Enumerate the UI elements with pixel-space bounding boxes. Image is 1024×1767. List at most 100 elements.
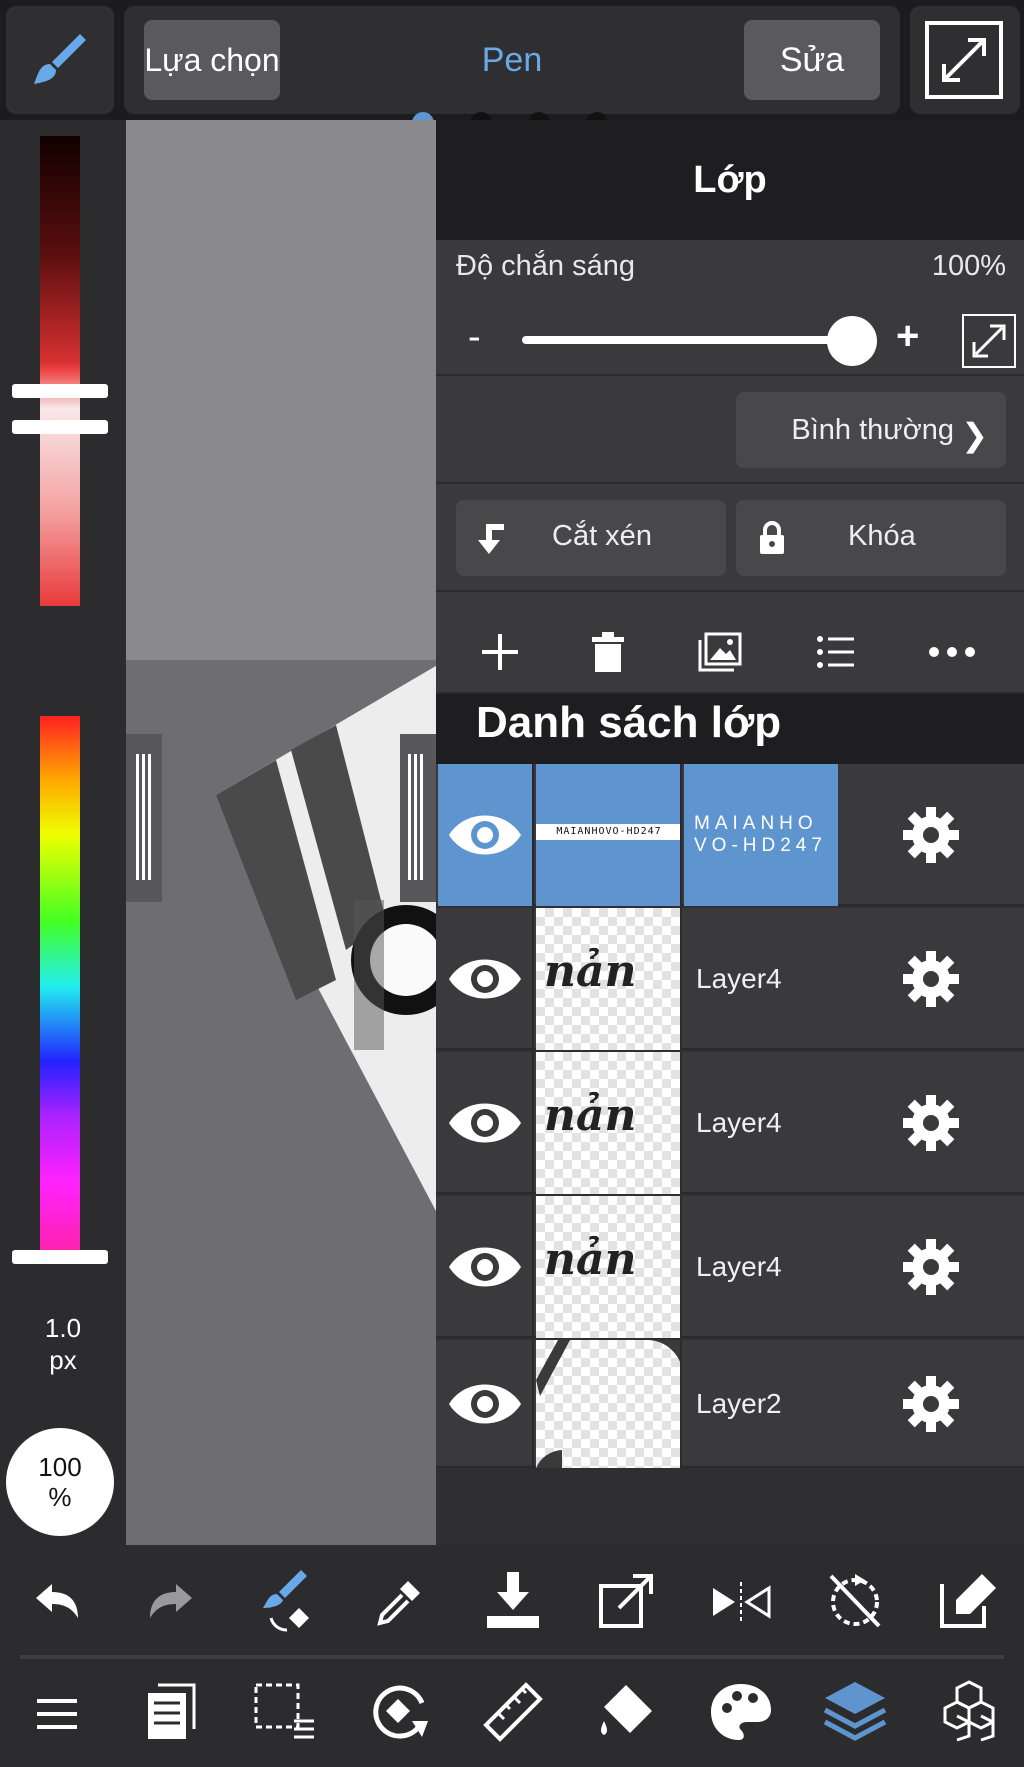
gear-icon — [903, 1095, 959, 1151]
select-button[interactable]: Lựa chọn — [144, 20, 280, 100]
opacity-expand-button[interactable] — [962, 314, 1016, 368]
layer-thumbnail: nản — [536, 1052, 682, 1194]
layers-panel: Lớp Độ chắn sáng 100% - + Bình thường ❯ … — [436, 120, 1024, 1545]
hue-handle[interactable] — [12, 1250, 108, 1264]
brightness-handle-top[interactable] — [12, 384, 108, 398]
download-icon[interactable] — [478, 1565, 548, 1635]
visibility-toggle[interactable] — [438, 764, 534, 906]
layer-settings-button[interactable] — [838, 1340, 1024, 1468]
top-toolbar: Lựa chọn Pen Sửa — [0, 0, 1024, 120]
selection-icon[interactable] — [250, 1677, 320, 1747]
menu-icon[interactable] — [22, 1679, 92, 1749]
current-tool-name[interactable]: Pen — [324, 20, 700, 100]
right-panel-resize-handle[interactable] — [400, 734, 436, 902]
layer-thumbnail-text: nản — [544, 946, 637, 997]
blend-mode-button[interactable]: Bình thường ❯ — [736, 392, 1006, 468]
layer-row[interactable]: nản Layer4 — [436, 908, 1024, 1050]
palette-icon[interactable] — [706, 1677, 776, 1747]
layer-name: Layer2 — [696, 1388, 782, 1419]
layer-name: Layer4 — [696, 1107, 782, 1138]
layer-thumbnail: MAIANHOVO-HD247 — [536, 764, 682, 906]
layer-name: MAIANHO VO-HD247 — [684, 764, 838, 906]
eye-icon — [449, 1103, 521, 1143]
opacity-increase-button[interactable]: + — [896, 314, 919, 359]
layers-icon[interactable] — [820, 1675, 890, 1745]
fill-icon[interactable] — [592, 1677, 662, 1747]
layer-thumbnail-text: MAIANHOVO-HD247 — [536, 824, 680, 840]
opacity-label: Độ chắn sáng — [456, 250, 635, 282]
layer-row[interactable]: Layer2 — [436, 1340, 1024, 1468]
clipping-label: Cắt xén — [552, 520, 652, 552]
layer-row[interactable]: nản Layer4 — [436, 1052, 1024, 1194]
edit-button[interactable]: Sửa — [744, 20, 880, 100]
layer-thumbnail-text: nản — [544, 1234, 637, 1285]
expand-icon — [924, 20, 1004, 100]
visibility-toggle[interactable] — [438, 908, 534, 1050]
brightness-handle-bottom[interactable] — [12, 420, 108, 434]
layers-panel-title: Lớp — [436, 120, 1024, 240]
lock-label: Khóa — [848, 520, 916, 552]
eyedropper-icon[interactable] — [364, 1567, 434, 1637]
hue-slider[interactable] — [40, 716, 80, 1256]
layer-row[interactable]: nản Layer4 — [436, 1196, 1024, 1338]
transform-icon[interactable] — [592, 1565, 662, 1635]
layer-settings-button[interactable] — [838, 1052, 1024, 1194]
layer-settings-button[interactable] — [838, 764, 1024, 906]
gear-icon — [903, 807, 959, 863]
opacity-value: 100% — [931, 250, 1006, 282]
visibility-toggle[interactable] — [438, 1340, 534, 1468]
lock-button[interactable]: Khóa — [736, 500, 1006, 576]
undo-icon[interactable] — [22, 1567, 92, 1637]
layer-settings-button[interactable] — [838, 908, 1024, 1050]
gear-icon — [903, 1239, 959, 1295]
left-panel-resize-handle[interactable] — [126, 734, 162, 902]
fullscreen-button[interactable] — [910, 6, 1020, 114]
clipping-button[interactable]: Cắt xén — [456, 500, 726, 576]
image-layer-icon[interactable] — [690, 626, 750, 678]
expand-icon — [972, 324, 1006, 358]
edit-canvas-icon[interactable] — [934, 1565, 1004, 1635]
more-icon[interactable] — [922, 626, 982, 678]
rotate-view-icon[interactable] — [364, 1677, 434, 1747]
chevron-right-icon: ❯ — [961, 417, 988, 453]
eye-icon — [449, 959, 521, 999]
layer-settings-button[interactable] — [838, 1196, 1024, 1338]
visibility-toggle[interactable] — [438, 1196, 534, 1338]
opacity-slider-knob[interactable] — [827, 316, 877, 366]
blend-mode-label: Bình thường — [791, 413, 954, 446]
flip-icon[interactable] — [706, 1567, 776, 1637]
materials-icon[interactable] — [934, 1675, 1004, 1745]
pages-icon[interactable] — [136, 1677, 206, 1747]
opacity-slider[interactable] — [522, 336, 852, 344]
clip-arrow-icon — [478, 520, 512, 556]
layer-name: Layer4 — [696, 963, 782, 994]
layer-thumbnail-text: nản — [544, 1090, 637, 1141]
artwork — [216, 665, 436, 1212]
rotate-lock-icon[interactable] — [820, 1565, 890, 1635]
brush-opacity-unit: % — [48, 1482, 72, 1512]
toolbar-divider — [20, 1655, 1004, 1659]
brush-tool-button[interactable] — [6, 6, 114, 114]
ruler-icon[interactable] — [478, 1677, 548, 1747]
opacity-decrease-button[interactable]: - — [468, 316, 481, 359]
brush-swap-icon[interactable] — [250, 1565, 320, 1635]
brightness-slider[interactable] — [40, 136, 80, 606]
layer-thumbnail — [536, 1340, 682, 1468]
redo-icon[interactable] — [136, 1567, 206, 1637]
brush-size-unit: px — [49, 1345, 77, 1375]
layer-row[interactable]: MAIANHOVO-HD247 MAIANHO VO-HD247 — [436, 764, 1024, 906]
delete-layer-icon[interactable] — [578, 626, 638, 678]
brush-size-indicator[interactable]: 1.0 px — [0, 1312, 126, 1376]
brush-icon — [28, 28, 92, 92]
color-panel: 1.0 px 100 % — [0, 120, 126, 1545]
brush-size-value: 1.0 — [44, 1313, 82, 1343]
gear-icon — [903, 951, 959, 1007]
brush-opacity-button[interactable]: 100 % — [6, 1428, 114, 1536]
layer-thumbnail: nản — [536, 908, 682, 1050]
drawing-canvas[interactable] — [126, 120, 436, 1545]
add-layer-icon[interactable] — [470, 626, 530, 678]
lock-icon — [758, 520, 786, 556]
list-icon[interactable] — [806, 626, 866, 678]
visibility-toggle[interactable] — [438, 1052, 534, 1194]
layer-thumbnail: nản — [536, 1196, 682, 1338]
